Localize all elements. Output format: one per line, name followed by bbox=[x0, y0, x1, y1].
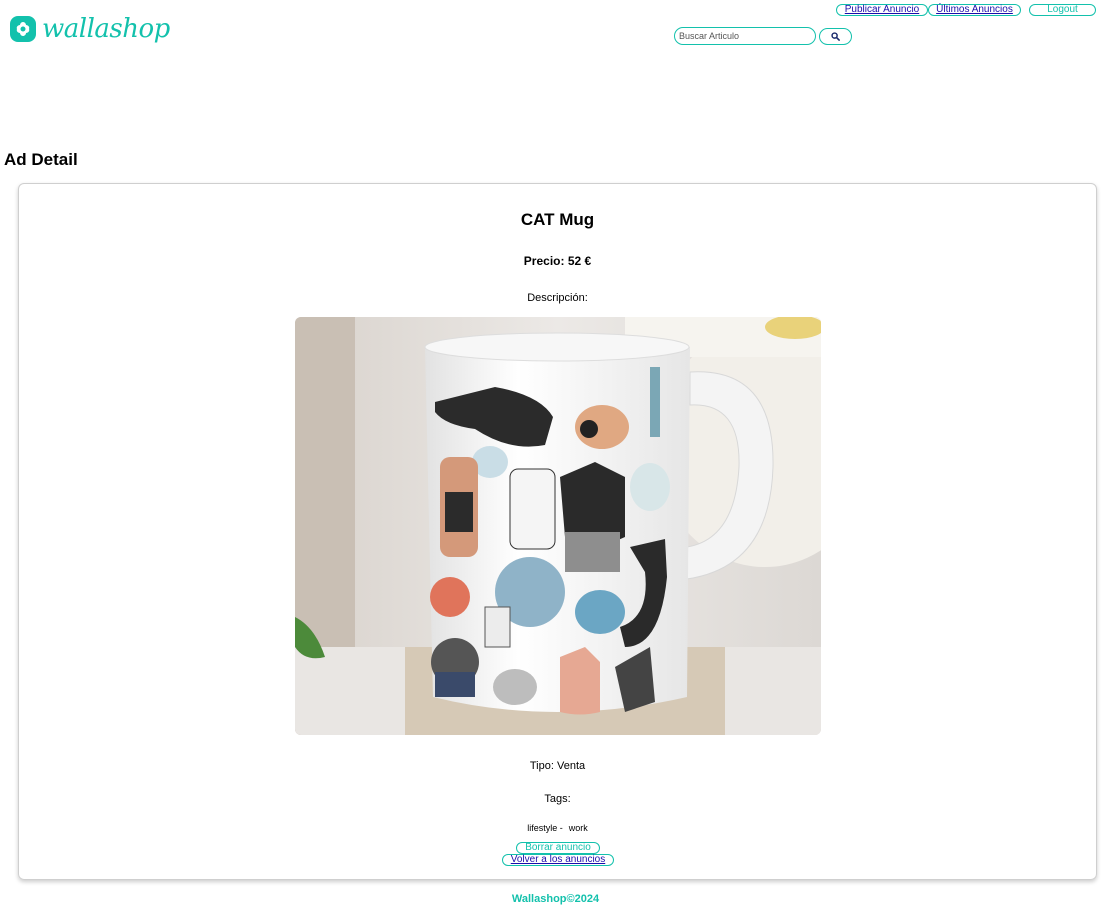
tag-item: lifestyle - bbox=[527, 823, 563, 833]
ad-title: CAT Mug bbox=[520, 210, 595, 229]
ad-detail-card: CAT Mug Precio: 52 € Descripción: Tipo: … bbox=[18, 183, 1097, 880]
ad-type-row: Tipo: Venta bbox=[19, 760, 1096, 772]
page: wallashop Publicar Anuncio Últimos Anunc… bbox=[0, 0, 1111, 907]
search-button[interactable] bbox=[819, 27, 852, 45]
logout-button[interactable]: Logout bbox=[1029, 4, 1096, 16]
brand-name: wallashop bbox=[42, 14, 170, 44]
latest-ads-link[interactable]: Últimos Anuncios bbox=[928, 4, 1021, 16]
ad-image bbox=[295, 317, 821, 735]
publish-ad-link[interactable]: Publicar Anuncio bbox=[836, 4, 928, 16]
search-input[interactable] bbox=[674, 27, 816, 45]
footer-copyright: Wallashop©2024 bbox=[511, 893, 600, 905]
brand-logo[interactable]: wallashop bbox=[10, 16, 170, 42]
search-icon bbox=[831, 29, 840, 44]
delete-ad-button[interactable]: Borrar anuncio bbox=[516, 842, 600, 854]
description-label: Descripción: bbox=[527, 292, 588, 304]
cat-mug-photo bbox=[295, 317, 821, 735]
logo-icon bbox=[10, 16, 36, 42]
tags-label: Tags: bbox=[544, 793, 571, 805]
ad-description-row: Descripción: bbox=[19, 292, 1096, 304]
page-title: Ad Detail bbox=[4, 150, 78, 169]
tags-list: lifestyle - work bbox=[19, 823, 1096, 833]
ad-price-row: Precio: 52 € bbox=[19, 254, 1096, 268]
search-bar bbox=[674, 27, 852, 45]
price-value: 52 € bbox=[567, 254, 592, 268]
type-value: Venta bbox=[556, 760, 586, 772]
top-nav: Publicar Anuncio Últimos Anuncios Logout bbox=[836, 4, 1096, 16]
type-label: Tipo: bbox=[529, 760, 554, 772]
price-label: Precio: bbox=[523, 254, 565, 268]
back-to-ads-link[interactable]: Volver a los anuncios bbox=[502, 854, 614, 866]
tag-item: work bbox=[568, 823, 588, 833]
